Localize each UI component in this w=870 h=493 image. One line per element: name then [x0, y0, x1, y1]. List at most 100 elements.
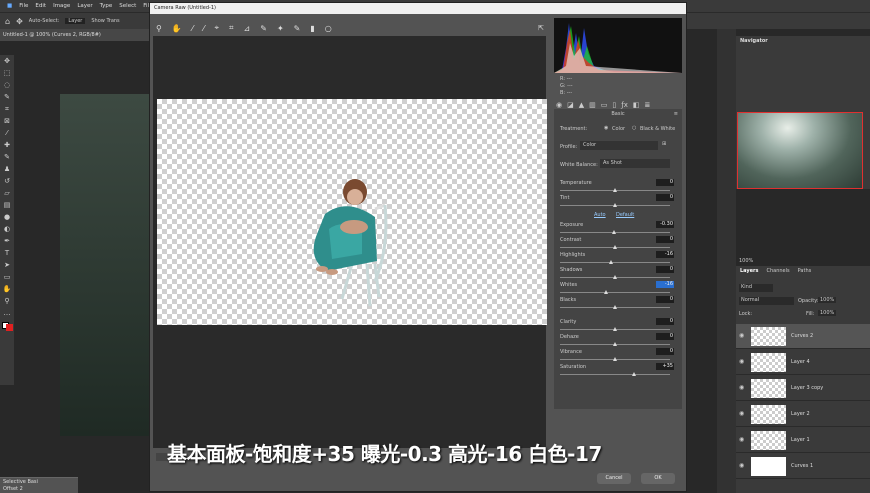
- slider-track[interactable]: [560, 292, 670, 293]
- slider-shadows[interactable]: Shadows 0: [560, 266, 674, 279]
- fill-input[interactable]: 100%: [818, 310, 837, 316]
- graduated-filter-icon[interactable]: ▮: [310, 24, 314, 33]
- slider-saturation[interactable]: Saturation +35: [560, 363, 674, 376]
- blend-mode-select[interactable]: Normal: [739, 297, 794, 305]
- slider-thumb[interactable]: [613, 188, 617, 192]
- slider-track[interactable]: [560, 374, 670, 375]
- type-tool-icon[interactable]: T: [0, 247, 14, 259]
- slider-value-input[interactable]: 0: [656, 348, 674, 355]
- slider-value-input[interactable]: -0.30: [656, 221, 674, 228]
- more-tools-icon[interactable]: …: [0, 307, 14, 319]
- menu-file[interactable]: File: [19, 3, 28, 9]
- ps-logo-icon[interactable]: ■: [7, 3, 12, 9]
- slider-vibrance[interactable]: Vibrance 0: [560, 348, 674, 361]
- cancel-button[interactable]: Cancel: [597, 473, 631, 484]
- spot-removal-icon[interactable]: ✎: [260, 24, 267, 33]
- eraser-icon[interactable]: ▱: [0, 187, 14, 199]
- slider-track[interactable]: [560, 262, 670, 263]
- panel-item[interactable]: Selective Basi: [0, 478, 78, 486]
- effects-tab-icon[interactable]: ƒx: [621, 101, 628, 109]
- fullscreen-icon[interactable]: ⇱: [538, 24, 544, 32]
- slider-whites[interactable]: Whites -16: [560, 281, 674, 294]
- navigator-zoom[interactable]: 100%: [739, 258, 753, 264]
- slider-value-input[interactable]: 0: [656, 236, 674, 243]
- slider-thumb[interactable]: [613, 305, 617, 309]
- dodge-tool-icon[interactable]: ◐: [0, 223, 14, 235]
- healing-brush-icon[interactable]: ✚: [0, 139, 14, 151]
- frame-tool-icon[interactable]: ⊠: [0, 115, 14, 127]
- visibility-eye-icon[interactable]: ◉: [739, 462, 744, 469]
- brush-tool-icon[interactable]: ✎: [0, 151, 14, 163]
- white-balance-select[interactable]: As Shot: [600, 159, 670, 168]
- layer-row[interactable]: ◉ Curves 1: [736, 454, 870, 479]
- tone-curve-tab-icon[interactable]: ◪: [567, 101, 574, 109]
- layer-row[interactable]: ◉ Curves 2: [736, 324, 870, 349]
- eyedropper-icon[interactable]: ⁄: [0, 127, 14, 139]
- slider-thumb[interactable]: [613, 357, 617, 361]
- slider-thumb[interactable]: [608, 260, 613, 264]
- layer-row[interactable]: ◉ Layer 4: [736, 350, 870, 375]
- target-adjust-icon[interactable]: ⌖: [215, 23, 220, 33]
- history-brush-icon[interactable]: ↺: [0, 175, 14, 187]
- layer-row[interactable]: ◉ Layer 3 copy: [736, 376, 870, 401]
- marquee-tool-icon[interactable]: ⬚: [0, 67, 14, 79]
- slider-thumb[interactable]: [604, 290, 609, 294]
- slider-value-input[interactable]: -16: [656, 281, 674, 288]
- path-select-icon[interactable]: ➤: [0, 259, 14, 271]
- white-balance-icon[interactable]: ⁄: [192, 24, 193, 33]
- document-tab[interactable]: Untitled-1 @ 100% (Curves 2, RGB/8#): [0, 29, 150, 41]
- autoselect-target[interactable]: Layer: [65, 18, 86, 24]
- treatment-color-radio[interactable]: ◉: [604, 125, 608, 131]
- auto-button[interactable]: Auto: [594, 212, 606, 218]
- slider-thumb[interactable]: [613, 327, 617, 331]
- navigator-thumbnail[interactable]: [737, 112, 863, 189]
- crop-icon[interactable]: ⌗: [229, 23, 234, 33]
- menu-image[interactable]: Image: [53, 3, 70, 9]
- slider-thumb[interactable]: [611, 230, 616, 234]
- slider-exposure[interactable]: Exposure -0.30: [560, 221, 674, 234]
- slider-tint[interactable]: Tint 0: [560, 194, 674, 207]
- split-toning-tab-icon[interactable]: ▭: [601, 101, 608, 109]
- tab-channels[interactable]: Channels: [767, 268, 790, 274]
- detail-tab-icon[interactable]: ▲: [579, 101, 584, 109]
- slider-highlights[interactable]: Highlights -16: [560, 251, 674, 264]
- adjust-brush-icon[interactable]: ✎: [294, 24, 301, 33]
- slider-value-input[interactable]: 0: [656, 266, 674, 273]
- blur-tool-icon[interactable]: ●: [0, 211, 14, 223]
- gradient-icon[interactable]: ▤: [0, 199, 14, 211]
- calibration-tab-icon[interactable]: ◧: [633, 101, 640, 109]
- slider-blacks[interactable]: Blacks 0: [560, 296, 674, 309]
- menu-layer[interactable]: Layer: [77, 3, 92, 9]
- pen-tool-icon[interactable]: ✒: [0, 235, 14, 247]
- slider-value-input[interactable]: 0: [656, 179, 674, 186]
- menu-select[interactable]: Select: [119, 3, 136, 9]
- move-tool-icon[interactable]: ✥: [0, 55, 14, 67]
- document-canvas[interactable]: [60, 94, 150, 436]
- slider-value-input[interactable]: -16: [656, 251, 674, 258]
- panel-item[interactable]: Offset 2: [0, 486, 78, 492]
- layer-row[interactable]: ◉ Layer 2: [736, 402, 870, 427]
- ok-button[interactable]: OK: [641, 473, 675, 484]
- slider-thumb[interactable]: [613, 342, 617, 346]
- hand-icon[interactable]: ✋: [172, 24, 182, 33]
- stamp-tool-icon[interactable]: ♟: [0, 163, 14, 175]
- opacity-input[interactable]: 100%: [818, 297, 837, 303]
- slider-value-input[interactable]: 0: [656, 318, 674, 325]
- slider-value-input[interactable]: 0: [656, 296, 674, 303]
- zoom-tool-icon[interactable]: ⚲: [0, 295, 14, 307]
- panel-menu-icon[interactable]: ≡: [674, 111, 678, 117]
- slider-value-input[interactable]: 0: [656, 194, 674, 201]
- slider-dehaze[interactable]: Dehaze 0: [560, 333, 674, 346]
- slider-thumb[interactable]: [631, 372, 636, 376]
- tab-layers[interactable]: Layers: [740, 268, 759, 274]
- show-transform-checkbox[interactable]: Show Trans: [91, 18, 119, 24]
- redeye-icon[interactable]: ✦: [277, 24, 284, 33]
- straighten-icon[interactable]: ⊿: [244, 24, 251, 33]
- menu-type[interactable]: Type: [100, 3, 113, 9]
- navigator-tab[interactable]: Navigator: [736, 36, 870, 46]
- color-swatches-icon[interactable]: [0, 319, 14, 331]
- visibility-eye-icon[interactable]: ◉: [739, 436, 744, 443]
- zoom-icon[interactable]: ⚲: [156, 24, 162, 33]
- home-icon[interactable]: ⌂: [5, 17, 10, 26]
- slider-value-input[interactable]: 0: [656, 333, 674, 340]
